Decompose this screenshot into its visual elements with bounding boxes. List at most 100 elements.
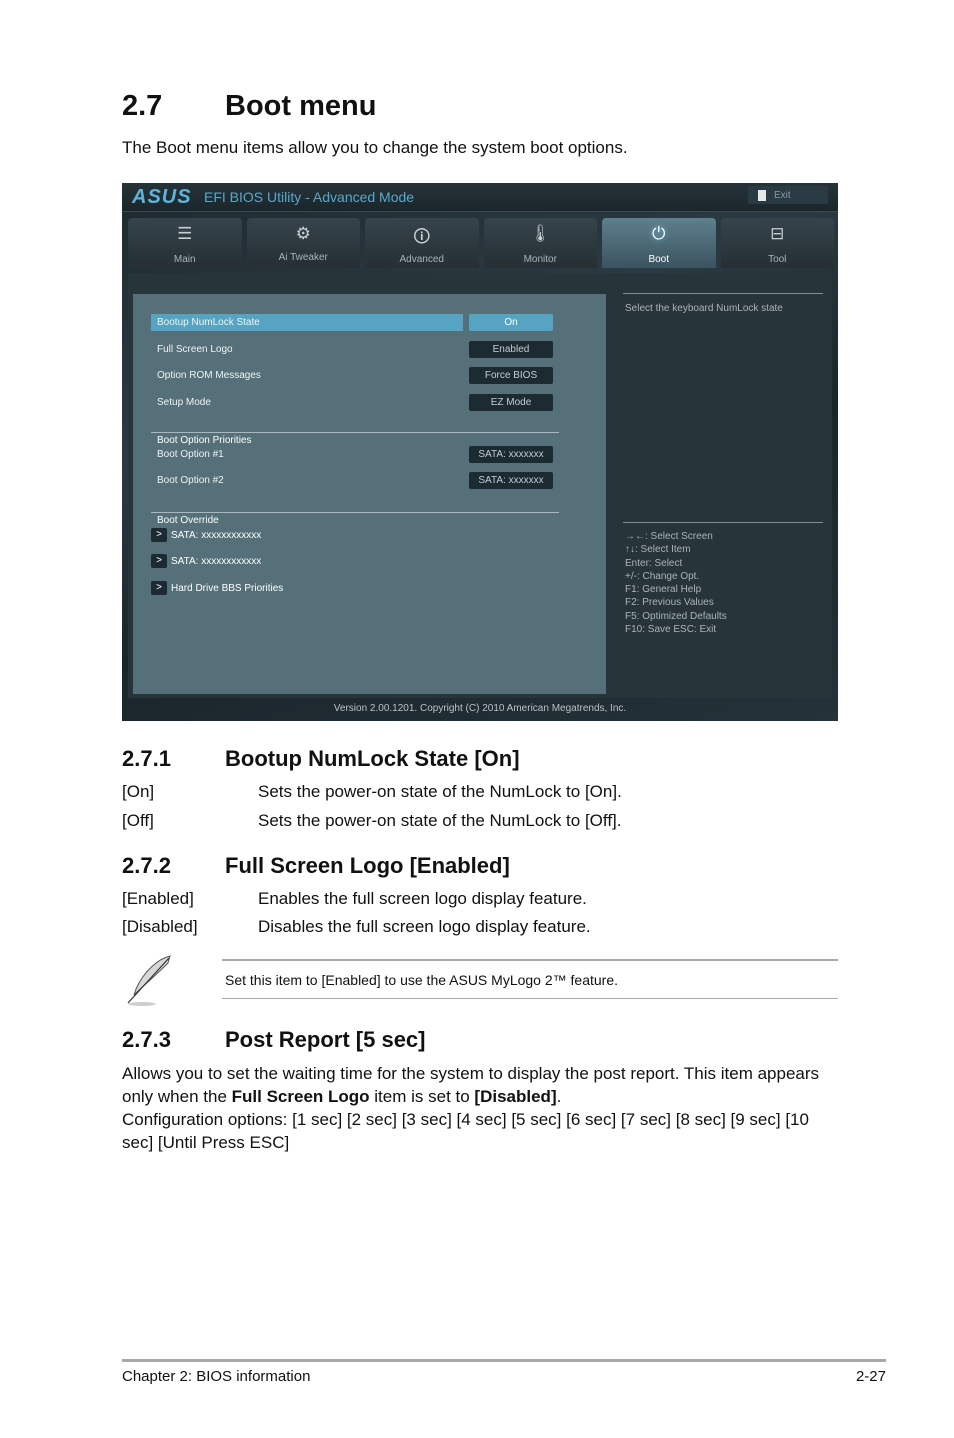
subsection-number: 2.7.3 [122, 1027, 171, 1052]
setting-row-full-screen-logo[interactable]: Full Screen Logo Enabled [151, 341, 571, 358]
boot-override-item[interactable]: > SATA: xxxxxxxxxxxx [151, 528, 261, 542]
setting-row-numlock[interactable]: Bootup NumLock State On [151, 314, 571, 331]
page-number: 2-27 [855, 1368, 886, 1385]
option-key: [Disabled] [122, 917, 198, 936]
tab-label: Tool [768, 254, 787, 265]
tab-label: Ai Tweaker [278, 252, 328, 263]
boot-override-item[interactable]: > Hard Drive BBS Priorities [151, 581, 283, 595]
boot-option-row[interactable]: Boot Option #1 SATA: xxxxxxx [151, 446, 571, 463]
option-key: [Off] [122, 811, 154, 830]
key-hint: →←: Select Screen [625, 531, 713, 542]
boot-option-value[interactable]: SATA: xxxxxxx [469, 446, 553, 463]
key-hint: ↑↓: Select Item [625, 544, 691, 556]
exit-door-icon [758, 189, 766, 201]
list-icon: ☰ [177, 224, 193, 243]
tab-ai-tweaker[interactable]: ⚙ Ai Tweaker [246, 218, 360, 268]
boot-option-row[interactable]: Boot Option #2 SATA: xxxxxxx [151, 472, 571, 489]
setting-row-setup-mode[interactable]: Setup Mode EZ Mode [151, 394, 571, 411]
bios-title: EFI BIOS Utility - Advanced Mode [204, 189, 415, 205]
key-hint: +/-: Change Opt. [625, 570, 700, 582]
footer-chapter: Chapter 2: BIOS information [122, 1368, 311, 1385]
setting-value-button[interactable]: Force BIOS [469, 367, 553, 384]
tweaker-icon: ⚙ [295, 224, 311, 243]
subsection-title: Bootup NumLock State [On] [225, 746, 520, 771]
tab-tool[interactable]: ⊟ Tool [720, 218, 834, 268]
divider [623, 293, 823, 294]
tab-advanced[interactable]: 🛈 Advanced [365, 218, 479, 268]
tab-boot[interactable]: ⏻ Boot [602, 218, 716, 268]
setting-label: Boot Option #2 [157, 475, 224, 486]
key-hint: F10: Save ESC: Exit [625, 624, 717, 636]
override-label: SATA: xxxxxxxxxxxx [171, 529, 262, 541]
override-label: Hard Drive BBS Priorities [171, 582, 284, 594]
toolbox-icon: ⊟ [770, 224, 785, 243]
tab-label: Monitor [523, 254, 557, 265]
section-heading: 2.7 Boot menu [122, 90, 376, 123]
option-desc: Sets the power-on state of the NumLock t… [258, 811, 622, 830]
tab-label: Main [173, 254, 196, 265]
subsection-heading: 2.7.1 Bootup NumLock State [On] [122, 746, 520, 772]
para-text: . [556, 1087, 562, 1106]
tab-label: Boot [648, 254, 670, 265]
setting-label: Bootup NumLock State [157, 317, 260, 328]
intro-text: The Boot menu items allow you to change … [122, 138, 628, 157]
footer-rule [122, 1359, 886, 1362]
setting-row-option-rom[interactable]: Option ROM Messages Force BIOS [151, 367, 571, 384]
tab-label: Advanced [399, 254, 444, 265]
chevron-right-icon: > [151, 581, 167, 595]
setting-value-button[interactable]: On [469, 314, 553, 331]
setting-value-button[interactable]: EZ Mode [469, 394, 553, 411]
setting-label: Setup Mode [157, 397, 211, 408]
divider [151, 432, 559, 433]
bios-tabs: ☰ Main ⚙ Ai Tweaker 🛈 Advanced 🌡 Monitor… [128, 218, 834, 268]
thermometer-gauge-icon: 🌡 [529, 224, 552, 243]
boot-priorities-title: Boot Option Priorities [157, 435, 252, 446]
setting-value-button[interactable]: Enabled [469, 341, 553, 358]
exit-button[interactable]: Exit [748, 186, 828, 204]
subsection-number: 2.7.2 [122, 853, 171, 878]
chevron-right-icon: > [151, 528, 167, 542]
section-number: 2.7 [122, 90, 163, 122]
help-description: Select the keyboard NumLock state [625, 303, 783, 314]
subsection-heading: 2.7.3 Post Report [5 sec] [122, 1027, 426, 1053]
option-desc: Sets the power-on state of the NumLock t… [258, 782, 622, 801]
subsection-title: Post Report [5 sec] [225, 1027, 426, 1052]
option-row: [On] Sets the power-on state of the NumLo… [122, 782, 622, 802]
feather-note-icon [127, 955, 171, 1006]
divider [151, 512, 559, 513]
power-icon: ⏻ [652, 224, 666, 243]
boot-override-title: Boot Override [157, 515, 219, 526]
tab-main[interactable]: ☰ Main [128, 218, 242, 268]
key-hint: F5: Optimized Defaults [625, 610, 727, 622]
exit-label: Exit [774, 189, 791, 201]
subsection-title: Full Screen Logo [Enabled] [225, 853, 510, 878]
config-options: Configuration options: [1 sec] [2 sec] [… [122, 1110, 809, 1152]
option-desc: Disables the full screen logo display fe… [258, 917, 591, 936]
settings-panel: Bootup NumLock State On Full Screen Logo… [133, 294, 606, 694]
para-bold: [Disabled] [474, 1087, 557, 1106]
note-box: Set this item to [Enabled] to use the AS… [122, 953, 838, 1008]
subsection-number: 2.7.1 [122, 746, 171, 771]
option-key: [Enabled] [122, 889, 194, 908]
option-row: [Disabled] Disables the full screen logo … [122, 917, 591, 937]
post-report-description: Allows you to set the waiting time for t… [122, 1062, 838, 1154]
subsection-heading: 2.7.2 Full Screen Logo [Enabled] [122, 853, 510, 879]
para-text: item is set to [369, 1087, 475, 1106]
boot-override-item[interactable]: > SATA: xxxxxxxxxxxx [151, 554, 261, 568]
option-row: [Off] Sets the power-on state of the NumL… [122, 811, 621, 831]
tab-monitor[interactable]: 🌡 Monitor [483, 218, 597, 268]
version-info: Version 2.00.1201. Copyright (C) 2010 Am… [333, 703, 627, 714]
option-key: [On] [122, 782, 155, 801]
note-rule-top [222, 959, 838, 961]
option-desc: Enables the full screen logo display fea… [258, 889, 587, 908]
boot-option-value[interactable]: SATA: xxxxxxx [469, 472, 553, 489]
setting-label: Full Screen Logo [157, 344, 233, 355]
override-label: SATA: xxxxxxxxxxxx [171, 555, 262, 567]
bios-content: Bootup NumLock State On Full Screen Logo… [128, 273, 832, 698]
bios-title-bar: ASUS EFI BIOS Utility - Advanced Mode Ex… [122, 183, 838, 212]
setting-label: Boot Option #1 [157, 449, 224, 460]
section-title: Boot menu [225, 90, 377, 122]
note-rule-bottom [222, 998, 838, 999]
note-text: Set this item to [Enabled] to use the AS… [225, 972, 618, 988]
key-legend: →←: Select Screen ↑↓: Select Item Enter:… [625, 530, 727, 636]
